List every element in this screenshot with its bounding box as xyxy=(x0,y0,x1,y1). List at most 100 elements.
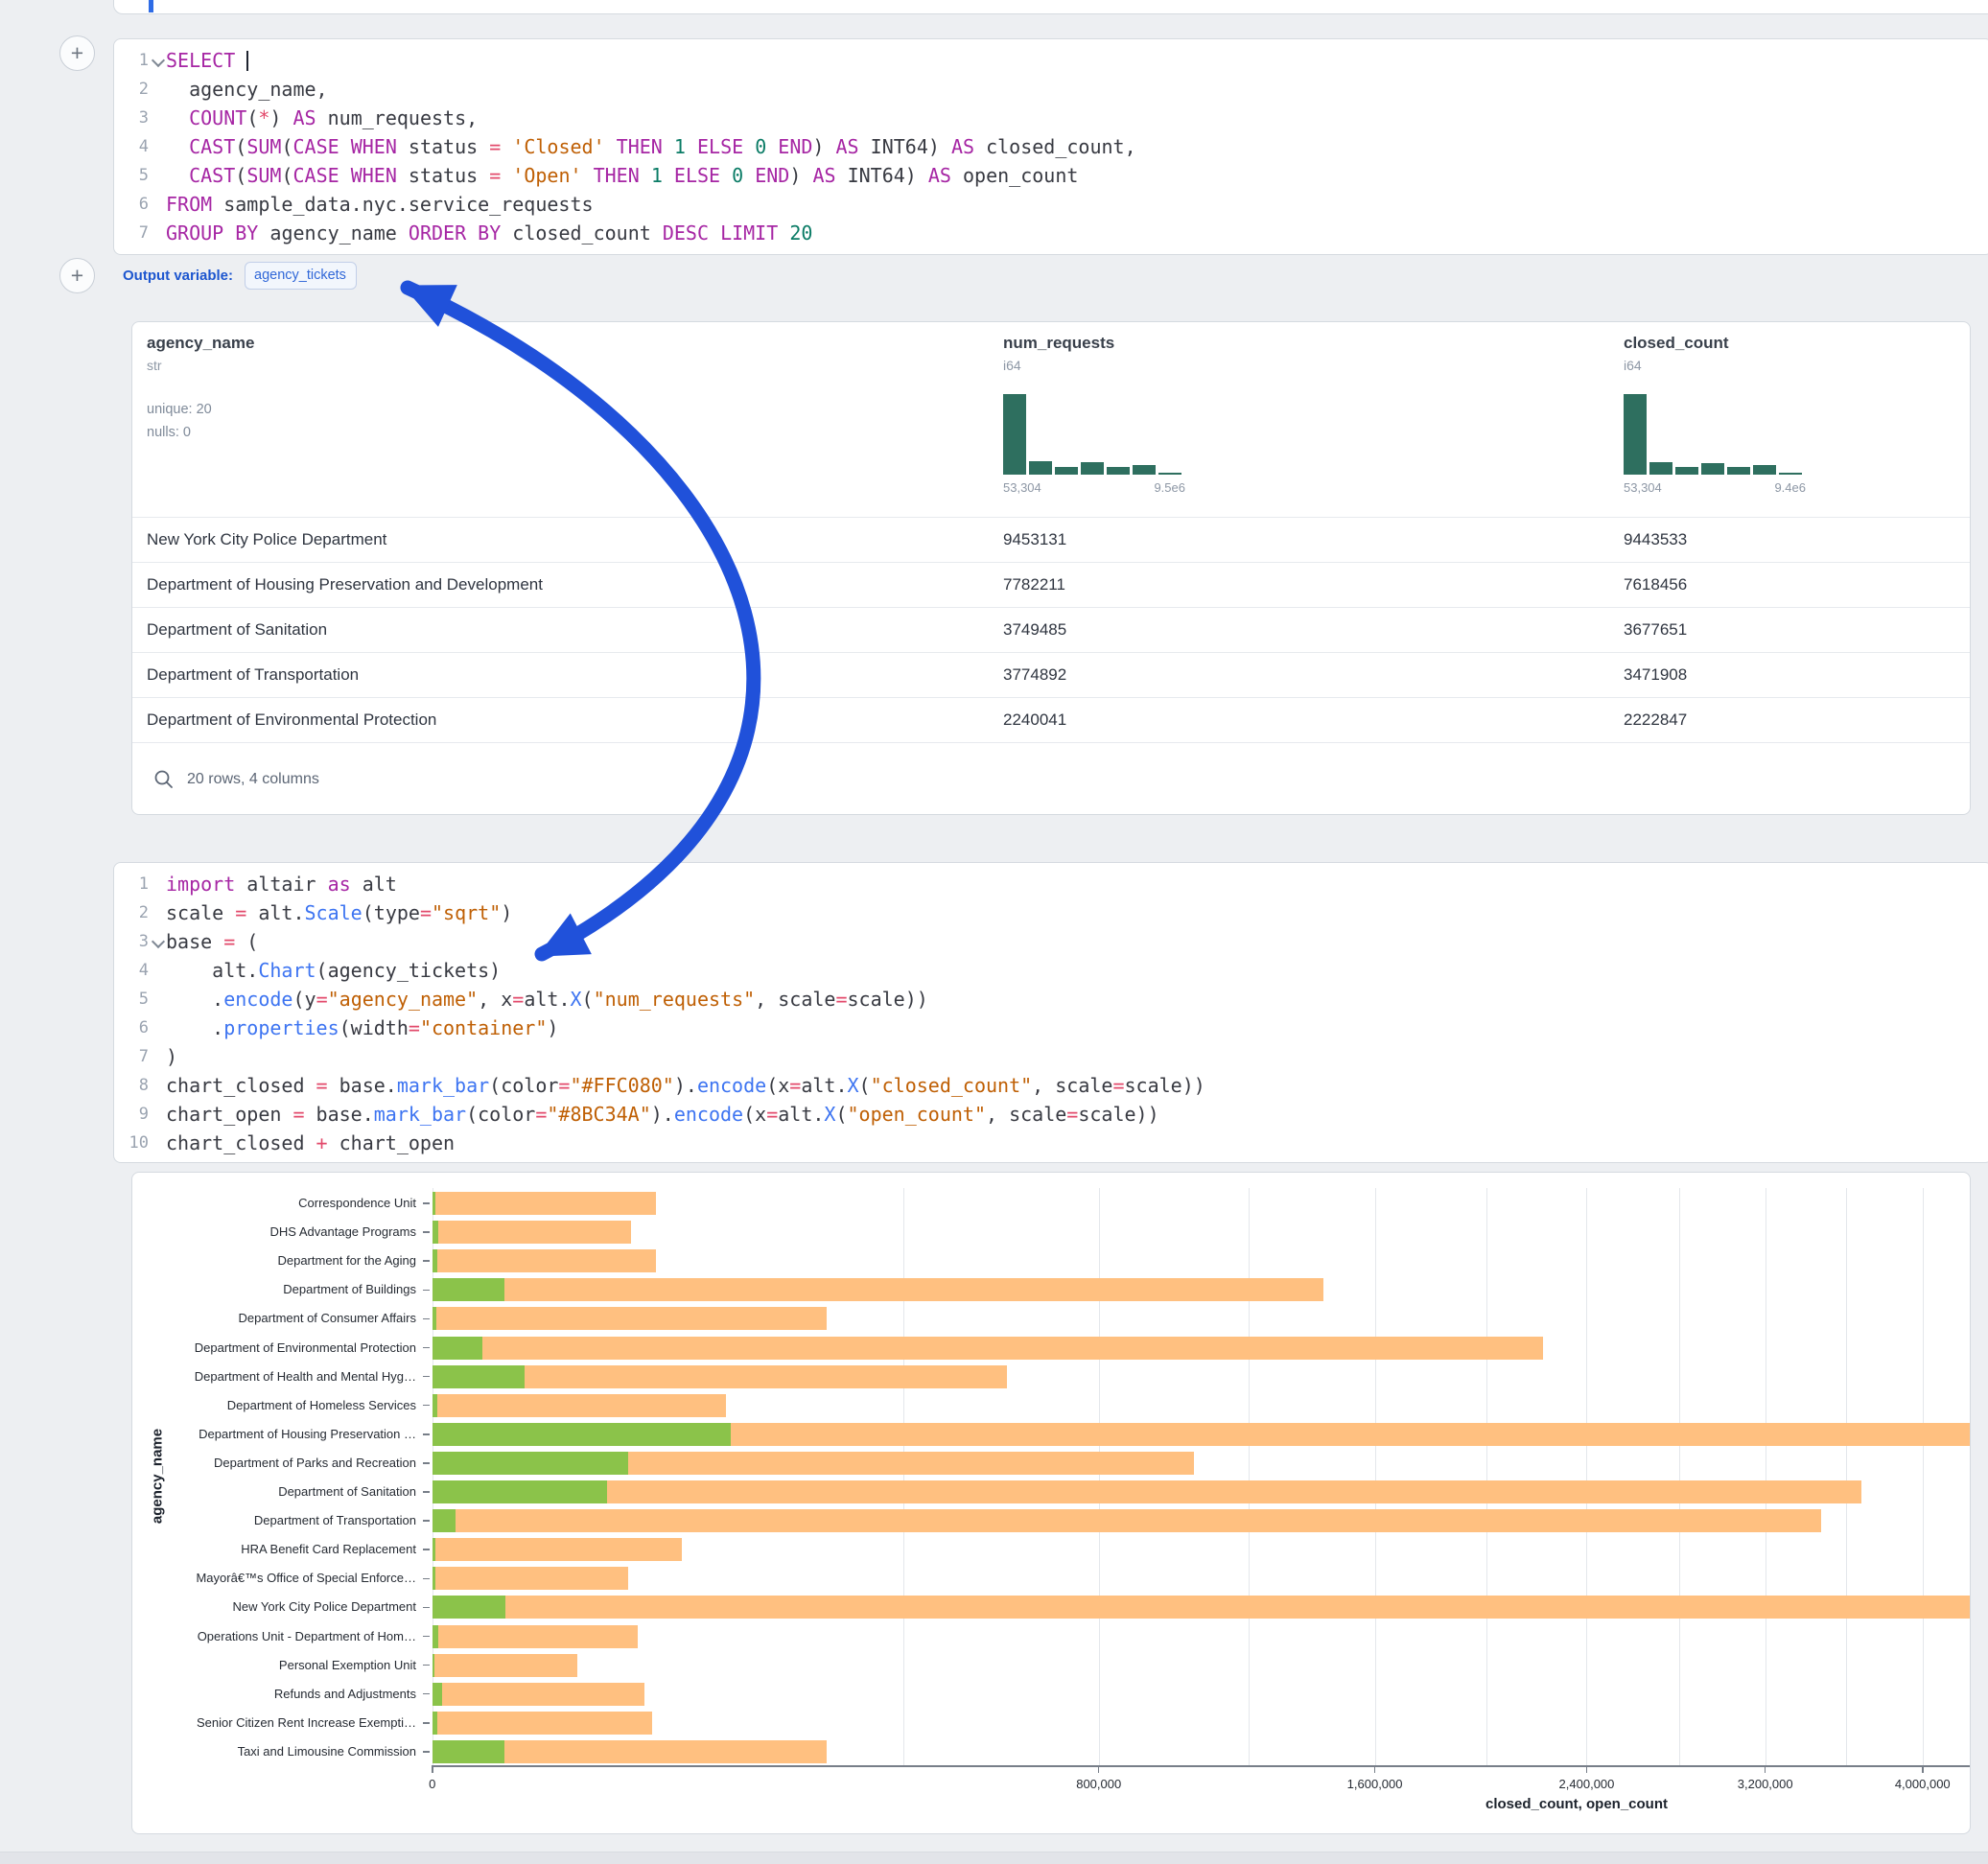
bar-open xyxy=(433,1509,456,1532)
code-line: 10chart_closed + chart_open xyxy=(114,1129,1988,1157)
y-axis-tick xyxy=(423,1520,430,1522)
line-number: 3 xyxy=(114,927,149,956)
table-row: Department of Sanitation37494853677651 xyxy=(132,607,1970,652)
histogram-bar xyxy=(1055,467,1078,475)
y-axis-tick xyxy=(423,1636,430,1638)
column-name: closed_count xyxy=(1624,334,1806,353)
gridline xyxy=(1846,1188,1847,1765)
code-line: 7) xyxy=(114,1042,1988,1071)
cell-focus-indicator xyxy=(149,0,153,12)
histogram-bar xyxy=(1003,394,1026,475)
search-icon[interactable] xyxy=(153,769,175,790)
table-footer: 20 rows, 4 columns xyxy=(132,742,1970,815)
histogram-bar xyxy=(1753,465,1776,475)
table-row: New York City Police Department945313194… xyxy=(132,517,1970,562)
bar-open xyxy=(433,1394,437,1417)
column-dtype: str xyxy=(147,358,254,373)
column-header-closed-count[interactable]: closed_count i64 53,304 9.4e6 xyxy=(1624,334,1806,495)
output-variable-pill[interactable]: agency_tickets xyxy=(245,262,357,290)
column-name: agency_name xyxy=(147,334,254,353)
fold-spacer xyxy=(149,1042,166,1071)
y-axis-label: HRA Benefit Card Replacement xyxy=(169,1542,416,1557)
fold-chevron-icon[interactable] xyxy=(149,927,166,956)
table-cell: 9453131 xyxy=(1003,530,1624,549)
code-line: 7GROUP BY agency_name ORDER BY closed_co… xyxy=(114,219,1988,247)
y-axis-label: Mayorâ€™s Office of Special Enforce… xyxy=(169,1571,416,1586)
add-cell-button[interactable]: + xyxy=(59,35,95,71)
column-header-agency-name[interactable]: agency_name str unique: 20 nulls: 0 xyxy=(147,334,254,444)
histogram-bar xyxy=(1779,473,1802,475)
table-cell: 2240041 xyxy=(1003,711,1624,730)
python-code-editor[interactable]: 1import altair as alt2scale = alt.Scale(… xyxy=(114,870,1988,1157)
column-header-num-requests[interactable]: num_requests i64 53,304 9.5e6 xyxy=(1003,334,1185,495)
bar-closed xyxy=(433,1249,656,1272)
code-text: FROM sample_data.nyc.service_requests xyxy=(166,190,594,219)
bar-open xyxy=(433,1596,505,1619)
y-axis-tick xyxy=(423,1462,430,1464)
y-axis-label: Personal Exemption Unit xyxy=(169,1658,416,1673)
bar-open xyxy=(433,1307,436,1330)
y-axis-tick xyxy=(423,1693,430,1695)
y-axis-label: Department of Transportation xyxy=(169,1513,416,1528)
x-tick-label: 4,000,000 xyxy=(1870,1777,1971,1791)
y-axis-tick xyxy=(423,1491,430,1493)
bar-closed xyxy=(433,1567,628,1590)
previous-cell-edge xyxy=(113,0,1988,14)
line-number: 4 xyxy=(114,132,149,161)
line-number: 7 xyxy=(114,1042,149,1071)
bar-closed xyxy=(433,1654,577,1677)
bar-closed xyxy=(433,1278,1323,1301)
add-cell-button[interactable]: + xyxy=(59,258,95,293)
line-number: 6 xyxy=(114,1014,149,1042)
output-variable-label: Output variable: xyxy=(123,268,233,284)
bar-open xyxy=(433,1337,482,1360)
gridline xyxy=(1586,1188,1587,1765)
x-axis-tick xyxy=(1586,1767,1588,1773)
bar-open xyxy=(433,1654,434,1677)
bar-open xyxy=(433,1452,628,1475)
code-line: 8chart_closed = base.mark_bar(color="#FF… xyxy=(114,1071,1988,1100)
line-number: 1 xyxy=(114,46,149,75)
code-line: 6 .properties(width="container") xyxy=(114,1014,1988,1042)
line-number: 9 xyxy=(114,1100,149,1129)
line-number: 5 xyxy=(114,161,149,190)
y-axis-label: Taxi and Limousine Commission xyxy=(169,1744,416,1759)
histogram-max: 9.4e6 xyxy=(1774,480,1806,495)
fold-spacer xyxy=(149,1129,166,1157)
y-axis-tick xyxy=(423,1347,430,1349)
histogram-bar xyxy=(1701,463,1724,475)
code-line: 1 SELECT xyxy=(114,46,1988,75)
line-number: 6 xyxy=(114,190,149,219)
y-axis-tick xyxy=(423,1578,430,1580)
python-cell[interactable]: 1import altair as alt2scale = alt.Scale(… xyxy=(113,862,1988,1163)
table-body: New York City Police Department945313194… xyxy=(132,517,1970,742)
histogram-min: 53,304 xyxy=(1003,480,1041,495)
bar-closed xyxy=(433,1596,1971,1619)
fold-chevron-icon[interactable] xyxy=(149,46,166,75)
histogram-bar xyxy=(1649,462,1672,475)
sql-code-editor[interactable]: 1 SELECT 2 agency_name,3 COUNT(*) AS num_… xyxy=(114,46,1988,247)
bar-open xyxy=(433,1740,504,1763)
histogram-bar xyxy=(1675,467,1698,475)
fold-spacer xyxy=(149,75,166,104)
line-number: 5 xyxy=(114,985,149,1014)
line-number: 7 xyxy=(114,219,149,247)
code-line: 3 COUNT(*) AS num_requests, xyxy=(114,104,1988,132)
bar-closed xyxy=(433,1221,631,1244)
table-row: Department of Transportation377489234719… xyxy=(132,652,1970,697)
y-axis-label: Department of Consumer Affairs xyxy=(169,1311,416,1326)
gridline xyxy=(1679,1188,1680,1765)
sql-cell[interactable]: 1 SELECT 2 agency_name,3 COUNT(*) AS num_… xyxy=(113,38,1988,255)
line-number: 2 xyxy=(114,898,149,927)
code-text: SELECT xyxy=(166,46,248,75)
bar-closed xyxy=(433,1625,638,1648)
code-text: CAST(SUM(CASE WHEN status = 'Open' THEN … xyxy=(166,161,1078,190)
code-line: 2 agency_name, xyxy=(114,75,1988,104)
code-line: 9chart_open = base.mark_bar(color="#8BC3… xyxy=(114,1100,1988,1129)
y-axis-tick xyxy=(423,1722,430,1724)
table-row: Department of Housing Preservation and D… xyxy=(132,562,1970,607)
line-number: 10 xyxy=(114,1129,149,1157)
histogram-bar xyxy=(1081,462,1104,475)
histogram-range-labels: 53,304 9.5e6 xyxy=(1003,480,1185,495)
histogram-bar xyxy=(1107,467,1130,475)
